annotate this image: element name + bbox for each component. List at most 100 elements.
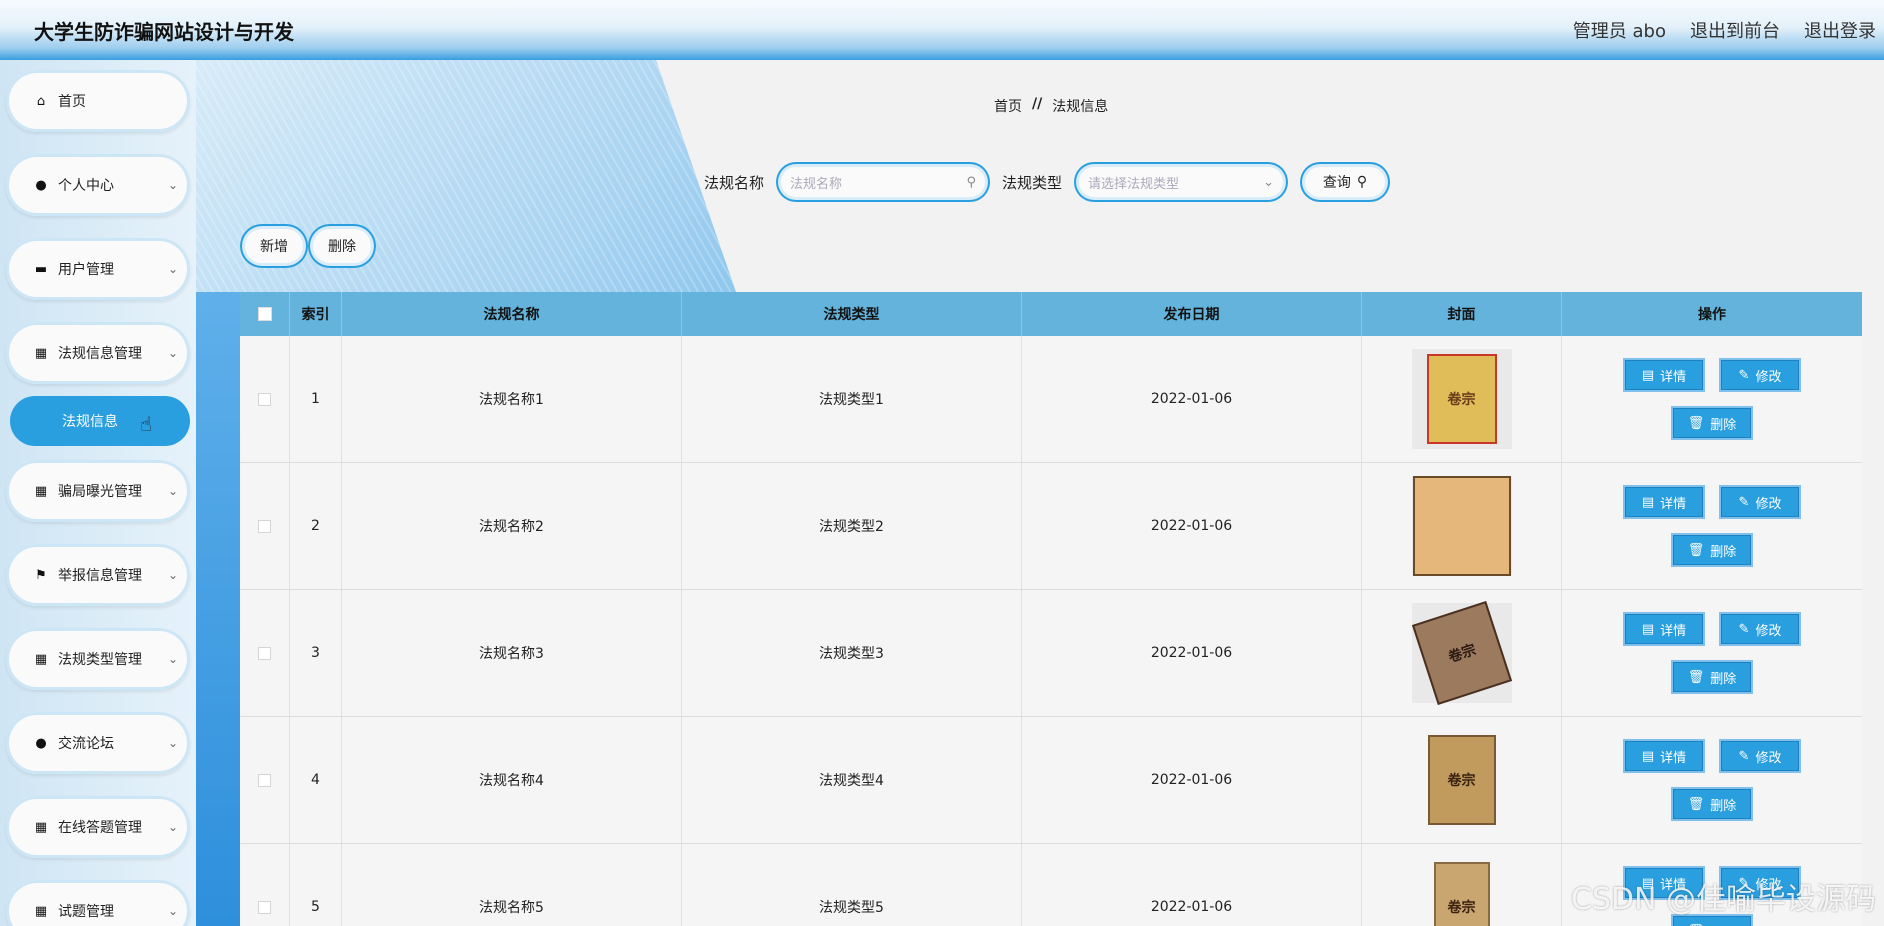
sidebar-item-label: 在线答题管理 xyxy=(58,820,142,836)
cell-date: 2022-01-06 xyxy=(1022,844,1362,926)
cover-image[interactable]: 卷宗 xyxy=(1411,857,1512,926)
cell-name: 法规名称2 xyxy=(342,463,682,589)
edit-label: 修改 xyxy=(1755,496,1782,512)
cover-image[interactable]: 卷宗 xyxy=(1411,601,1512,705)
sidebar-item-forum[interactable]: ● 交流论坛 ⌄ xyxy=(6,712,190,774)
sidebar-item-label: 用户管理 xyxy=(58,262,114,278)
query-button[interactable]: 查询 ⚲ xyxy=(1300,162,1391,202)
select-all-checkbox[interactable] xyxy=(257,307,272,321)
name-search-input[interactable]: 法规名称 ⚲ xyxy=(776,162,991,202)
cell-actions: ▤ 详情 ✎ 修改 🗑 删除 xyxy=(1562,463,1862,589)
sidebar-item-profile[interactable]: ● 个人中心 ⌄ xyxy=(6,154,190,216)
add-button[interactable]: 新增 xyxy=(240,224,308,268)
detail-button[interactable]: ▤ 详情 xyxy=(1623,485,1705,519)
row-checkbox[interactable] xyxy=(258,519,271,533)
row-delete-label: 删除 xyxy=(1710,922,1736,926)
type-select[interactable]: 请选择法规类型 ⌄ xyxy=(1074,162,1289,202)
pencil-icon: ✎ xyxy=(1738,748,1750,764)
document-icon: ▤ xyxy=(1641,748,1655,764)
sidebar-item-regulation-types[interactable]: ▦ 法规类型管理 ⌄ xyxy=(6,628,190,690)
table-row: 4 法规名称4 法规类型4 2022-01-06 卷宗 ▤ 详情 ✎ 修改 🗑 删除 xyxy=(240,717,1862,844)
sidebar-item-label: 个人中心 xyxy=(58,178,114,194)
sidebar-item-reports[interactable]: ⚑ 举报信息管理 ⌄ xyxy=(6,544,190,606)
sidebar-item-label: 法规类型管理 xyxy=(58,652,142,668)
front-link[interactable]: 退出到前台 xyxy=(1690,17,1780,43)
chevron-down-icon: ⌄ xyxy=(167,178,178,192)
cell-actions: ▤ 详情 ✎ 修改 🗑 删除 xyxy=(1562,336,1862,462)
detail-button[interactable]: ▤ 详情 xyxy=(1623,358,1705,392)
home-icon: ⌂ xyxy=(36,93,46,109)
folder-cover-image: 卷宗 xyxy=(1411,601,1512,705)
cell-cover: 卷宗 xyxy=(1362,336,1562,462)
row-check-cell xyxy=(240,463,290,589)
watermark: CSDN @佳喻毕设源码 xyxy=(1570,882,1876,917)
row-checkbox[interactable] xyxy=(258,646,271,660)
edit-button[interactable]: ✎ 修改 xyxy=(1719,485,1801,519)
sidebar: ⌂ 首页 ● 个人中心 ⌄ ▬ 用户管理 ⌄ ▦ 法规信息管理 ⌄ 法规信息 ☝… xyxy=(0,60,196,926)
edit-button[interactable]: ✎ 修改 xyxy=(1719,612,1801,646)
pointer-cursor-icon: ☝ xyxy=(140,412,153,436)
chevron-down-icon: ⌄ xyxy=(167,652,178,666)
detail-button[interactable]: ▤ 详情 xyxy=(1623,739,1705,773)
cell-type: 法规类型1 xyxy=(682,336,1022,462)
sidebar-item-label: 举报信息管理 xyxy=(58,568,142,584)
row-delete-button[interactable]: 🗑 删除 xyxy=(1671,660,1753,694)
cover-image[interactable]: 卷宗 xyxy=(1411,349,1512,449)
sidebar-item-online-quiz[interactable]: ▦ 在线答题管理 ⌄ xyxy=(6,796,190,858)
edit-button[interactable]: ✎ 修改 xyxy=(1719,739,1801,773)
detail-label: 详情 xyxy=(1660,750,1687,766)
sidebar-item-scam-exposure[interactable]: ▦ 骗局曝光管理 ⌄ xyxy=(6,460,190,522)
sidebar-item-questions[interactable]: ▦ 试题管理 ⌄ xyxy=(6,880,190,926)
sidebar-item-home[interactable]: ⌂ 首页 xyxy=(6,70,190,132)
sidebar-item-label: 交流论坛 xyxy=(58,736,114,752)
sidebar-item-users[interactable]: ▬ 用户管理 ⌄ xyxy=(6,238,190,300)
sidebar-subitem-regulation-info[interactable]: 法规信息 xyxy=(10,396,190,446)
document-icon: ▤ xyxy=(1641,367,1655,383)
row-delete-button[interactable]: 🗑 删除 xyxy=(1671,533,1753,567)
row-delete-button[interactable]: 🗑 删除 xyxy=(1671,787,1753,821)
edit-label: 修改 xyxy=(1755,369,1782,385)
detail-button[interactable]: ▤ 详情 xyxy=(1623,612,1705,646)
cell-index: 3 xyxy=(290,590,342,716)
sidebar-item-label: 首页 xyxy=(58,94,86,110)
delete-button[interactable]: 删除 xyxy=(308,224,376,268)
cell-index: 2 xyxy=(290,463,342,589)
row-checkbox[interactable] xyxy=(258,773,271,787)
breadcrumb-home[interactable]: 首页 xyxy=(994,96,1022,116)
table-row: 1 法规名称1 法规类型1 2022-01-06 卷宗 ▤ 详情 ✎ 修改 🗑 删除 xyxy=(240,336,1862,463)
logout-link[interactable]: 退出登录 xyxy=(1804,17,1876,43)
col-header-name[interactable]: 法规名称 xyxy=(342,292,682,336)
cover-image[interactable] xyxy=(1411,476,1512,576)
background-stripe xyxy=(196,292,240,926)
edit-button[interactable]: ✎ 修改 xyxy=(1719,358,1801,392)
col-header-date[interactable]: 发布日期 xyxy=(1022,292,1362,336)
col-header-actions: 操作 xyxy=(1698,307,1726,323)
col-header-type[interactable]: 法规类型 xyxy=(682,292,1022,336)
col-header-cover: 封面 xyxy=(1362,292,1562,336)
cover-image[interactable]: 卷宗 xyxy=(1411,730,1512,830)
row-check-cell xyxy=(240,590,290,716)
col-header-index[interactable]: 索引 xyxy=(290,292,342,336)
detail-label: 详情 xyxy=(1660,496,1687,512)
row-checkbox[interactable] xyxy=(258,900,271,914)
sidebar-item-label: 法规信息管理 xyxy=(58,346,142,362)
search-bar: 法规名称 法规名称 ⚲ 法规类型 请选择法规类型 ⌄ 查询 ⚲ xyxy=(704,160,1391,204)
cell-date: 2022-01-06 xyxy=(1022,717,1362,843)
header-links: 管理员 abo 退出到前台 退出登录 xyxy=(1573,17,1876,43)
cell-cover: 卷宗 xyxy=(1362,844,1562,926)
detail-label: 详情 xyxy=(1660,623,1687,639)
row-delete-button[interactable]: 🗑 删除 xyxy=(1671,406,1753,440)
cell-name: 法规名称1 xyxy=(342,336,682,462)
document-icon: ▤ xyxy=(1641,621,1655,637)
row-delete-label: 删除 xyxy=(1710,417,1737,433)
cell-index: 4 xyxy=(290,717,342,843)
cell-date: 2022-01-06 xyxy=(1022,590,1362,716)
grid-icon: ▦ xyxy=(34,903,48,919)
row-checkbox[interactable] xyxy=(258,392,271,406)
cell-index: 1 xyxy=(290,336,342,462)
chevron-down-icon: ⌄ xyxy=(167,904,178,918)
table-row: 3 法规名称3 法规类型3 2022-01-06 卷宗 ▤ 详情 ✎ 修改 🗑 删除 xyxy=(240,590,1862,717)
edit-label: 修改 xyxy=(1755,750,1782,766)
cell-actions: ▤ 详情 ✎ 修改 🗑 删除 xyxy=(1562,717,1862,843)
sidebar-item-regulations[interactable]: ▦ 法规信息管理 ⌄ xyxy=(6,322,190,384)
